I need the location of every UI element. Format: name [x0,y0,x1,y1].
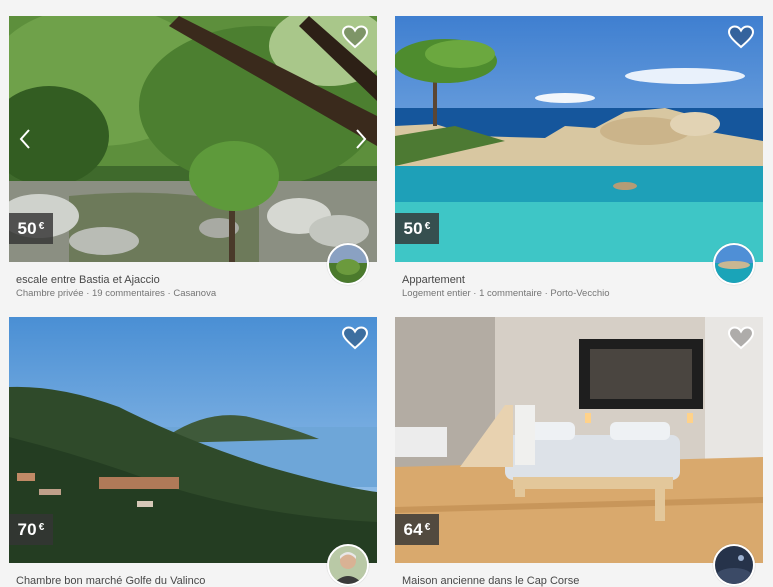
price-currency: € [424,522,431,533]
heart-icon[interactable] [342,326,368,350]
price-currency: € [38,221,45,232]
listing-meta: Chambre privée · 19 commentaires · Casan… [16,288,217,299]
listing-meta: Logement entier · 1 commentaire · Porto-… [402,288,610,299]
host-avatar[interactable] [327,243,369,285]
host-avatar[interactable] [713,243,755,285]
price-badge: 70 € [9,514,53,545]
listing-title[interactable]: Appartement [402,274,465,286]
listing-card[interactable]: 70 € Chambre bon marché Golfe du Valinco [9,317,377,587]
heart-icon[interactable] [342,25,368,49]
listing-photo[interactable] [395,16,763,262]
price-badge: 50 € [9,213,53,244]
price-amount: 50 [17,218,37,238]
price-badge: 50 € [395,213,439,244]
listing-title[interactable]: Chambre bon marché Golfe du Valinco [16,575,205,587]
price-currency: € [38,522,45,533]
listing-title[interactable]: escale entre Bastia et Ajaccio [16,274,160,286]
heart-icon[interactable] [728,326,754,350]
price-amount: 64 [403,519,423,539]
price-badge: 64 € [395,514,439,545]
listing-card[interactable]: 50 € escale entre Bastia et Ajaccio Chamb… [9,16,377,306]
chevron-right-icon[interactable] [354,128,368,150]
host-avatar[interactable] [327,544,369,586]
host-avatar[interactable] [713,544,755,586]
chevron-left-icon[interactable] [18,128,32,150]
listing-title[interactable]: Maison ancienne dans le Cap Corse [402,575,579,587]
price-amount: 70 [17,519,37,539]
price-amount: 50 [403,218,423,238]
listing-photo[interactable] [9,317,377,563]
listing-photo[interactable] [9,16,377,262]
price-currency: € [424,221,431,232]
listing-card[interactable]: 64 € Maison ancienne dans le Cap Corse [395,317,763,587]
listing-card[interactable]: 50 € Appartement Logement entier · 1 comm… [395,16,763,306]
listing-photo[interactable] [395,317,763,563]
heart-icon[interactable] [728,25,754,49]
